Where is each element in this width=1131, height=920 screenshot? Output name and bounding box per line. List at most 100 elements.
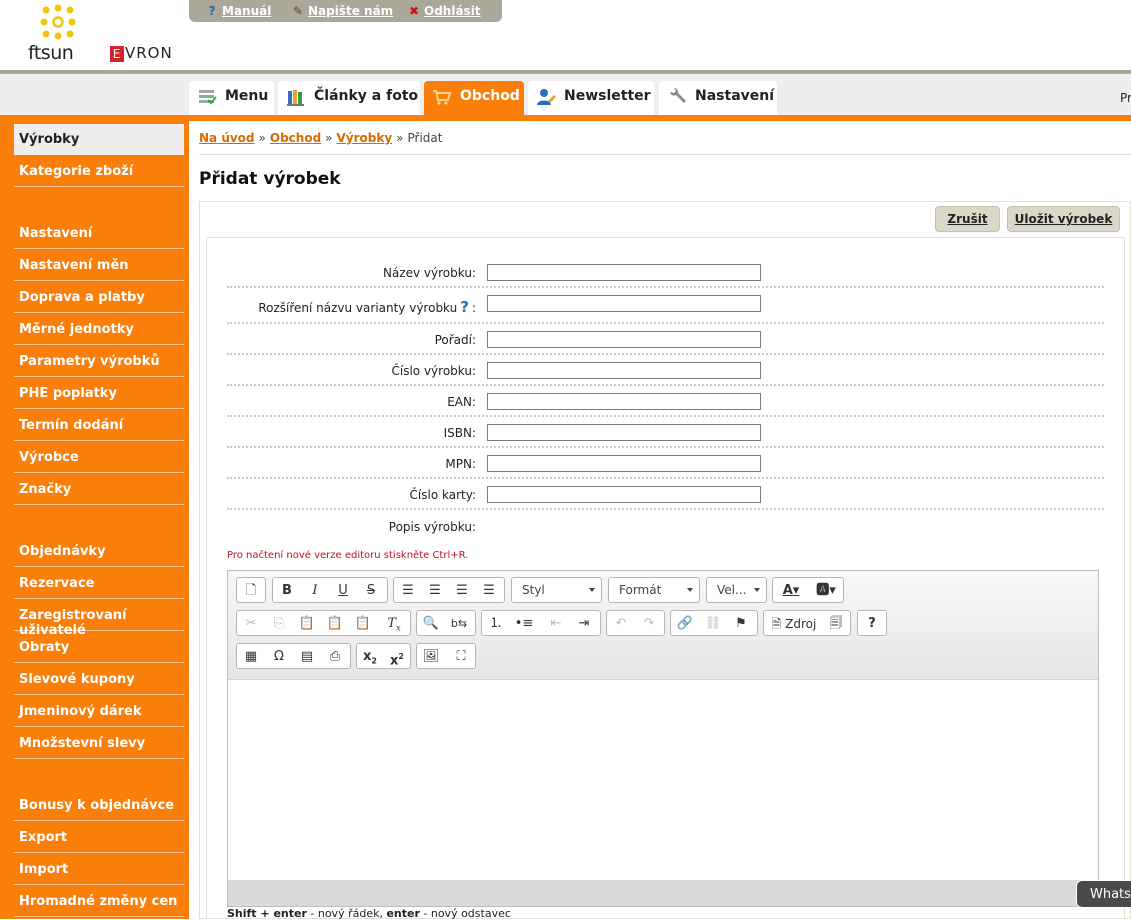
source-button-label: Zdroj: [785, 617, 817, 631]
variant-extension-input[interactable]: [487, 295, 761, 312]
sidebar-item-orders[interactable]: Objednávky: [14, 536, 184, 567]
source-button[interactable]: 🗎 Zdroj: [767, 615, 821, 633]
mpn-input[interactable]: [487, 455, 761, 472]
contact-link[interactable]: ✎ Napište nám: [292, 4, 393, 18]
chevron-down-icon: [589, 588, 595, 592]
align-center-icon[interactable]: ☰: [424, 582, 446, 600]
sidebar-item-manufacturer[interactable]: Výrobce: [14, 442, 184, 473]
sidebar-item-units[interactable]: Měrné jednotky: [14, 314, 184, 345]
sidebar-item-settings[interactable]: Nastavení: [14, 218, 184, 249]
sidebar-item-quantity-discounts[interactable]: Množstevní slevy: [14, 728, 184, 759]
format-combo[interactable]: Formát: [608, 577, 700, 603]
sidebar-item-import[interactable]: Import: [14, 854, 184, 885]
breadcrumb-products-link[interactable]: Výrobky: [337, 131, 393, 145]
evron-logo[interactable]: E VRON: [110, 44, 173, 62]
ean-input[interactable]: [487, 393, 761, 410]
image-icon[interactable]: 🖼: [420, 648, 442, 666]
sidebar-item-currencies[interactable]: Nastavení měn: [14, 250, 184, 281]
page-break-icon[interactable]: ⎙: [324, 648, 346, 666]
copy-icon[interactable]: ⎘: [268, 615, 290, 633]
isbn-input[interactable]: [487, 424, 761, 441]
bulleted-list-icon[interactable]: •≡: [513, 615, 535, 633]
sidebar-item-turnover[interactable]: Obraty: [14, 632, 184, 663]
sidebar-item-registered-users[interactable]: Zaregistrovaní uživatelé: [14, 600, 184, 638]
anchor-flag-icon[interactable]: ⚑: [730, 615, 752, 633]
sidebar-item-parameters[interactable]: Parametry výrobků: [14, 346, 184, 377]
card-number-input[interactable]: [487, 486, 761, 503]
help-icon[interactable]: ?: [861, 615, 883, 633]
editor-status-bar: [228, 880, 1098, 906]
align-right-icon[interactable]: ☰: [451, 582, 473, 600]
maximize-icon[interactable]: ⛶: [450, 648, 472, 666]
tab-shop[interactable]: Obchod: [424, 81, 524, 118]
background-color-icon[interactable]: 🅰▾: [811, 582, 841, 600]
sidebar-item-export[interactable]: Export: [14, 822, 184, 853]
subscript-icon[interactable]: x2: [359, 648, 381, 666]
remove-format-icon[interactable]: Tx: [383, 615, 405, 633]
undo-icon[interactable]: ↶: [610, 615, 632, 633]
tab-articles[interactable]: Články a foto: [278, 81, 420, 115]
cut-icon[interactable]: ✂: [240, 615, 262, 633]
paste-word-icon[interactable]: 📋: [352, 615, 374, 633]
link-icon[interactable]: 🔗: [674, 615, 696, 633]
find-icon[interactable]: 🔍: [420, 615, 442, 633]
special-char-icon[interactable]: Ω: [268, 648, 290, 666]
cancel-button[interactable]: Zrušit: [935, 206, 1000, 232]
sidebar-item-coupons[interactable]: Slevové kupony: [14, 664, 184, 695]
new-page-icon[interactable]: 🗋: [240, 582, 262, 600]
redo-icon[interactable]: ↷: [638, 615, 660, 633]
underline-icon[interactable]: U: [332, 582, 354, 600]
strikethrough-icon[interactable]: S: [360, 582, 382, 600]
text-color-icon[interactable]: A▾: [776, 582, 806, 600]
indent-icon[interactable]: ⇥: [573, 615, 595, 633]
align-left-icon[interactable]: ☰: [397, 582, 419, 600]
field-divider: [227, 384, 1104, 386]
paste-icon[interactable]: 📋: [296, 615, 318, 633]
bold-icon[interactable]: B: [276, 582, 298, 600]
editor-group-source: 🗎 Zdroj 🗐: [763, 610, 851, 636]
sidebar-item-order-bonuses[interactable]: Bonusy k objednávce: [14, 790, 184, 821]
style-combo[interactable]: Styl: [511, 577, 602, 603]
paste-text-icon[interactable]: 📋: [324, 615, 346, 633]
size-combo[interactable]: Vel...: [706, 577, 767, 603]
sidebar-item-brands[interactable]: Značky: [14, 474, 184, 505]
breadcrumb-shop-link[interactable]: Obchod: [270, 131, 321, 145]
write-icon: ✎: [292, 4, 304, 18]
variant-extension-label-text: Rozšíření názvu varianty výrobku: [258, 301, 458, 315]
sidebar-item-bulk-price-changes[interactable]: Hromadné změny cen: [14, 886, 184, 917]
manual-link-label: Manuál: [222, 4, 272, 18]
breadcrumb-home-link[interactable]: Na úvod: [199, 131, 255, 145]
align-justify-icon[interactable]: ☰: [478, 582, 500, 600]
logout-link[interactable]: ✖ Odhlásit: [408, 4, 481, 18]
sidebar-item-delivery-time[interactable]: Termín dodání: [14, 410, 184, 441]
replace-icon[interactable]: b⇆: [448, 615, 470, 633]
horizontal-line-icon[interactable]: ▤: [296, 648, 318, 666]
top-links-bar: ? Manuál ✎ Napište nám ✖ Odhlásit: [189, 0, 502, 22]
ftsun-logo[interactable]: ftsun: [28, 4, 88, 64]
save-product-button[interactable]: Uložit výrobek: [1007, 206, 1120, 232]
tab-menu[interactable]: Menu: [189, 81, 274, 115]
superscript-icon[interactable]: x2: [386, 648, 408, 668]
whats-popup-button[interactable]: Whats: [1076, 880, 1131, 908]
manual-link[interactable]: ? Manuál: [206, 4, 272, 18]
italic-icon[interactable]: I: [304, 582, 326, 600]
tab-newsletter[interactable]: Newsletter: [528, 81, 654, 115]
unlink-icon[interactable]: ⛓: [702, 615, 724, 633]
tab-settings[interactable]: Nastavení: [659, 81, 777, 115]
table-icon[interactable]: ▦: [240, 648, 262, 666]
sidebar-item-phe-fees[interactable]: PHE poplatky: [14, 378, 184, 409]
sidebar-item-products[interactable]: Výrobky: [14, 124, 184, 155]
numbered-list-icon[interactable]: ⒈: [485, 615, 507, 633]
product-name-input[interactable]: [487, 264, 761, 281]
product-number-input[interactable]: [487, 362, 761, 379]
sidebar-item-reservations[interactable]: Rezervace: [14, 568, 184, 599]
cart-icon: [433, 90, 452, 105]
sidebar-item-categories[interactable]: Kategorie zboží: [14, 156, 184, 187]
editor-content-area[interactable]: [228, 679, 1098, 881]
outdent-icon[interactable]: ⇤: [545, 615, 567, 633]
sidebar-item-shipping[interactable]: Doprava a platby: [14, 282, 184, 313]
sidebar-item-nameday-gift[interactable]: Jmeninový dárek: [14, 696, 184, 727]
preview-icon[interactable]: 🗐: [825, 615, 847, 633]
order-input[interactable]: [487, 331, 761, 348]
help-icon[interactable]: ?: [460, 298, 469, 316]
